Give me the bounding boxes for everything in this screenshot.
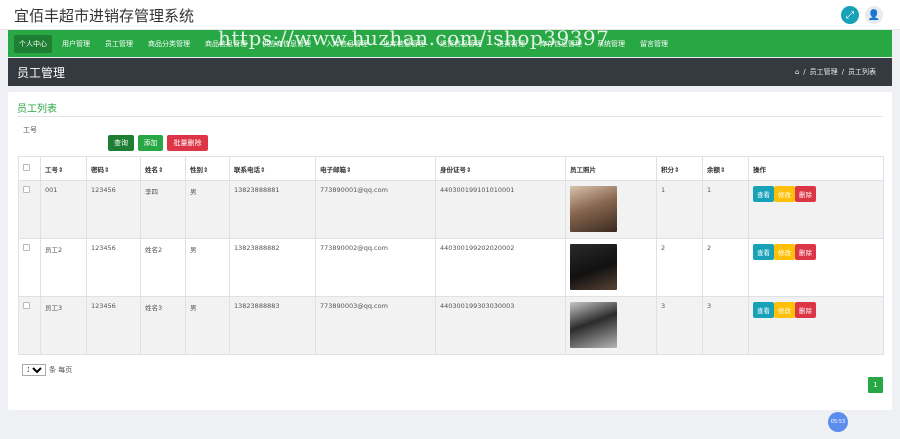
column-header[interactable]: 联系电话⇕ [229,156,316,181]
cell-email: 773890002@qq.com [315,238,436,297]
nav-item-product-info[interactable]: 商品信息管理 [200,35,252,53]
cell-points: 3 [656,296,703,355]
page-size-control: 10 条 每页 [22,364,72,376]
page-button[interactable]: 1 [868,377,883,393]
floating-badge[interactable]: 05:53 [828,412,848,432]
view-button[interactable]: 查看 [753,302,774,318]
delete-button[interactable]: 删除 [795,244,816,260]
cell-phone: 13823888881 [229,180,316,239]
page-header: 员工管理 ⌂ / 员工管理 / 员工列表 [8,58,892,86]
cell-idcard: 440300199202020002 [435,238,566,297]
column-header[interactable]: 姓名⇕ [140,156,186,181]
content-panel: 员工列表 工号 查询 添加 批量删除 工号⇕ 密码⇕ 姓名⇕ 性别⇕ 联系电话⇕… [8,92,892,410]
row-checkbox[interactable] [23,244,30,251]
batch-delete-button[interactable]: 批量删除 [167,135,208,151]
table-row: 员工3 123456 姓名3 男 13823888883 773890003@q… [18,296,884,355]
column-header[interactable]: 电子邮箱⇕ [315,156,436,181]
nav-item-employees[interactable]: 员工管理 [100,35,138,53]
edit-button[interactable]: 修改 [774,302,795,318]
cell-id: 001 [40,180,87,239]
view-button[interactable]: 查看 [753,186,774,202]
home-icon[interactable]: ⌂ [795,68,799,76]
table-row: 001 123456 李四 男 13823888881 773890001@qq… [18,180,884,239]
row-checkbox[interactable] [23,302,30,309]
panel-title: 员工列表 [17,104,57,115]
cell-name: 李四 [140,180,186,239]
per-page-label: 条 每页 [49,366,73,374]
nav-item-stock-in[interactable]: 入库信息管理 [321,35,373,53]
cell-idcard: 440300199101010001 [435,180,566,239]
cell-name: 姓名2 [140,238,186,297]
delete-button[interactable]: 删除 [795,186,816,202]
main-nav: 个人中心 用户管理 员工管理 商品分类管理 商品信息管理 供应商信息管理 入库信… [8,30,892,57]
cell-password: 123456 [86,180,141,239]
employee-photo [570,186,617,232]
delete-button[interactable]: 删除 [795,302,816,318]
employee-photo [570,244,617,290]
cell-id: 员工3 [40,296,87,355]
column-header: 员工照片 [565,156,657,181]
user-icon[interactable]: 👤 [865,6,883,24]
divider [17,116,883,117]
column-header[interactable]: 性别⇕ [185,156,230,181]
cell-gender: 男 [185,296,230,355]
cell-id: 员工2 [40,238,87,297]
nav-item-returns[interactable]: 退货信息管理 [435,35,487,53]
breadcrumb-item[interactable]: 员工管理 [810,67,838,77]
row-checkbox[interactable] [23,186,30,193]
add-button[interactable]: 添加 [138,135,163,151]
table-row: 员工2 123456 姓名2 男 13823888882 773890002@q… [18,238,884,297]
nav-item-product-category[interactable]: 商品分类管理 [143,35,195,53]
search-label: 工号 [23,126,37,134]
edit-button[interactable]: 修改 [774,186,795,202]
edit-button[interactable]: 修改 [774,244,795,260]
cell-gender: 男 [185,180,230,239]
search-input[interactable] [43,135,103,149]
nav-item-supplier[interactable]: 供应商信息管理 [257,35,316,53]
cell-password: 123456 [86,238,141,297]
page-size-select[interactable]: 10 [22,364,46,376]
app-title: 宜佰丰超市进销存管理系统 [14,7,195,25]
top-bar: 宜佰丰超市进销存管理系统 ⤢ 👤 [0,0,900,30]
search-button[interactable]: 查询 [108,135,134,151]
column-header[interactable]: 身份证号⇕ [435,156,566,181]
nav-item-stock-out[interactable]: 出库信息管理 [378,35,430,53]
expand-icon[interactable]: ⤢ [841,6,859,24]
cell-email: 773890003@qq.com [315,296,436,355]
cell-balance: 3 [702,296,749,355]
employee-table: 工号⇕ 密码⇕ 姓名⇕ 性别⇕ 联系电话⇕ 电子邮箱⇕ 身份证号⇕ 员工照片 积… [18,156,884,355]
column-header[interactable]: 积分⇕ [656,156,703,181]
cell-phone: 13823888882 [229,238,316,297]
nav-item-purchase[interactable]: 进货管理 [492,35,530,53]
nav-item-users[interactable]: 用户管理 [57,35,95,53]
breadcrumb-item: 员工列表 [848,68,876,76]
column-header[interactable]: 密码⇕ [86,156,141,181]
cell-name: 姓名3 [140,296,186,355]
cell-password: 123456 [86,296,141,355]
select-all-checkbox[interactable] [23,164,30,171]
cell-phone: 13823888883 [229,296,316,355]
column-header[interactable]: 余额⇕ [702,156,749,181]
cell-points: 2 [656,238,703,297]
nav-item-inventory[interactable]: 库存信息管理 [535,35,587,53]
cell-balance: 1 [702,180,749,239]
cell-gender: 男 [185,238,230,297]
cell-balance: 2 [702,238,749,297]
nav-item-system[interactable]: 系统管理 [592,35,630,53]
table-header-row: 工号⇕ 密码⇕ 姓名⇕ 性别⇕ 联系电话⇕ 电子邮箱⇕ 身份证号⇕ 员工照片 积… [18,156,884,181]
cell-idcard: 440300199303030003 [435,296,566,355]
nav-item-personal-center[interactable]: 个人中心 [14,34,52,53]
cell-email: 773890001@qq.com [315,180,436,239]
cell-points: 1 [656,180,703,239]
breadcrumb: ⌂ / 员工管理 / 员工列表 [794,67,876,77]
view-button[interactable]: 查看 [753,244,774,260]
column-header: 操作 [748,156,884,181]
page-title: 员工管理 [17,66,66,80]
nav-item-messages[interactable]: 留言管理 [635,35,673,53]
employee-photo [570,302,617,348]
column-header[interactable]: 工号⇕ [40,156,87,181]
